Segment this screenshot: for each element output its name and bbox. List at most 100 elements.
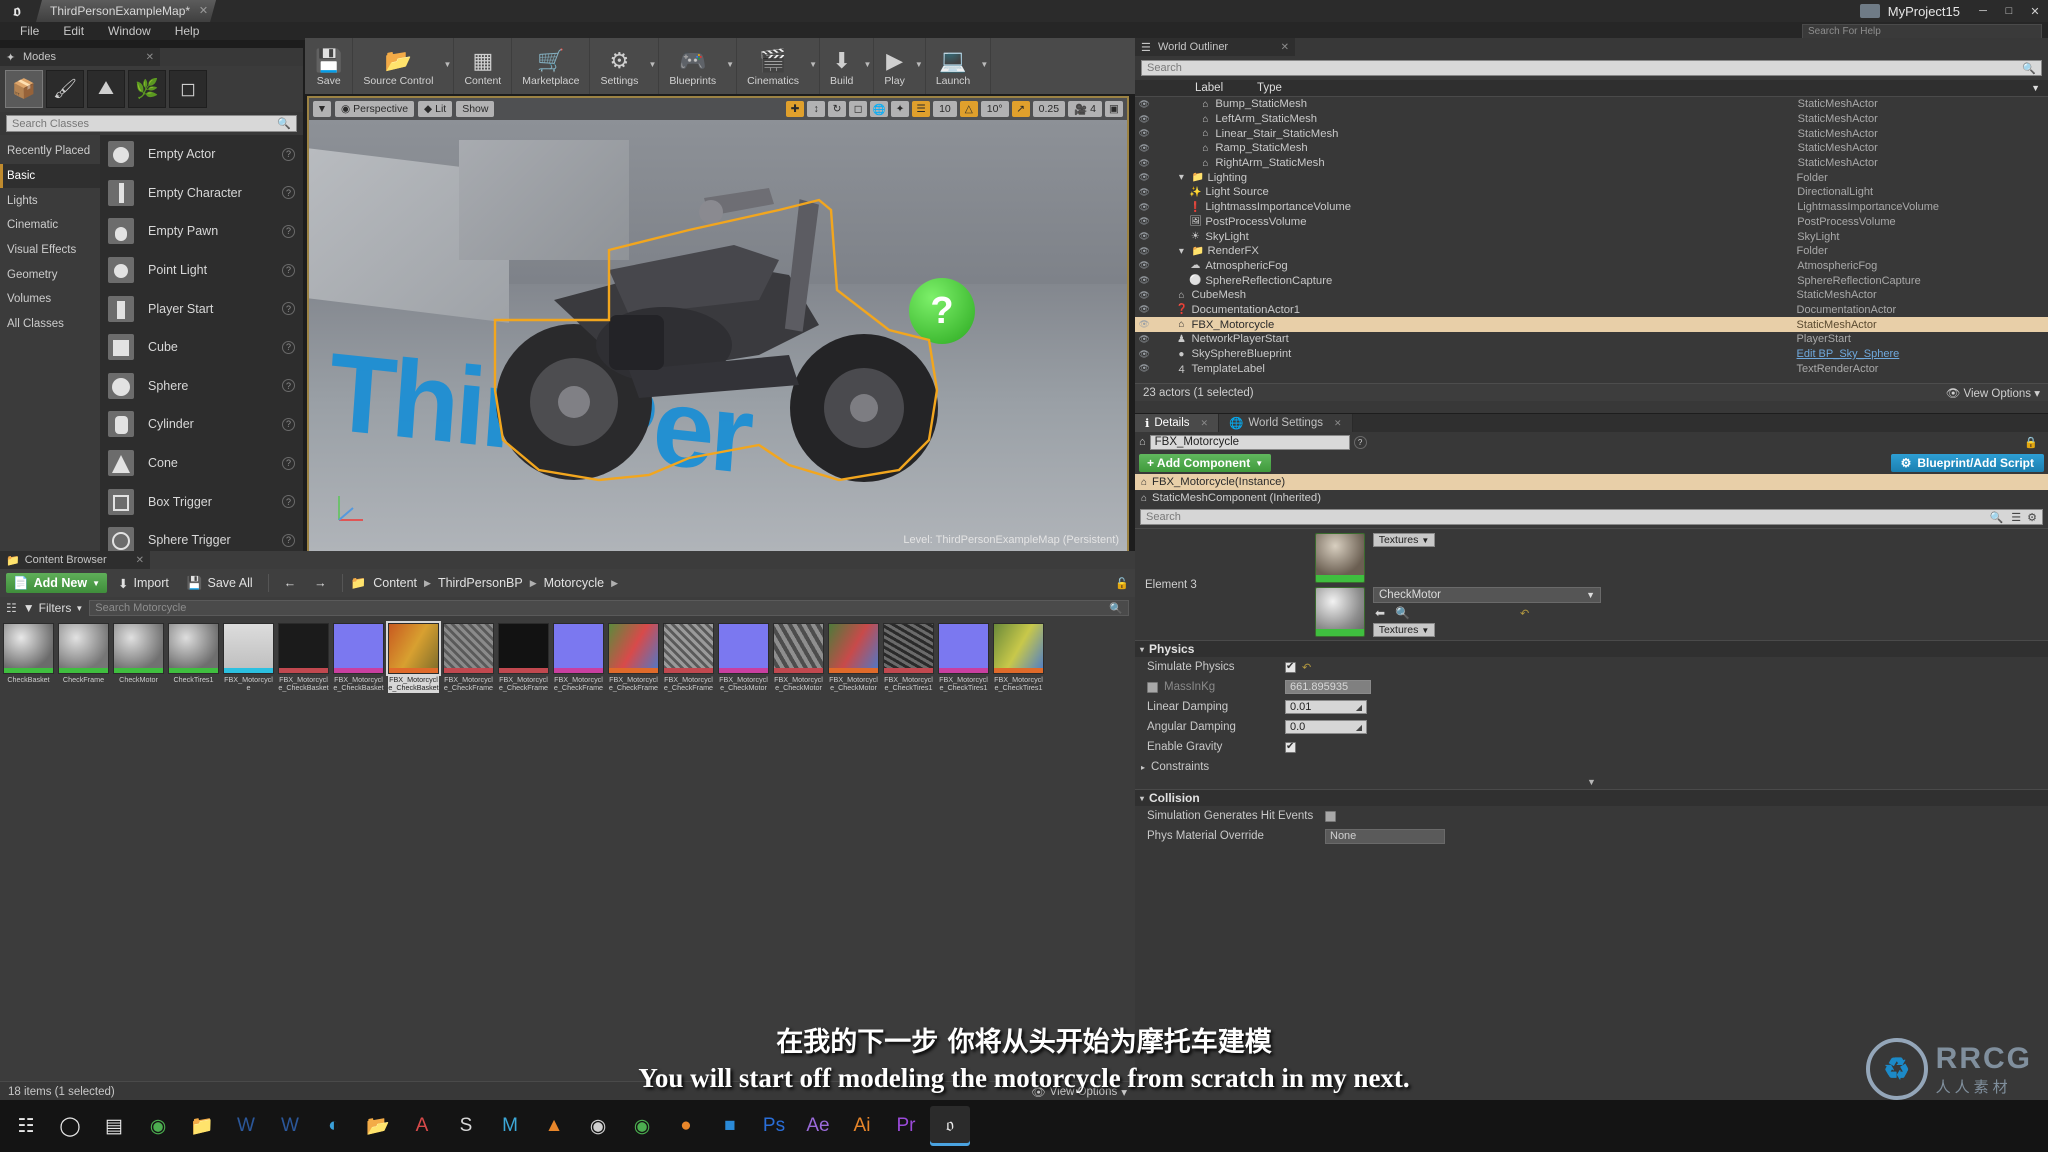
minimize-button[interactable]: ─ bbox=[1970, 1, 1996, 21]
aftereffects-icon[interactable]: Ae bbox=[798, 1106, 838, 1146]
asset-thumbnail[interactable] bbox=[58, 623, 109, 674]
chrome-icon[interactable]: ◉ bbox=[138, 1106, 178, 1146]
table-row[interactable]: 👁 ⌂ CubeMesh StaticMeshActor bbox=[1135, 288, 2048, 303]
list-item[interactable]: FBX_Motorcycle_CheckFrame bbox=[553, 623, 604, 729]
list-item[interactable]: Sphere? bbox=[100, 367, 303, 406]
visibility-icon[interactable]: 👁 bbox=[1135, 290, 1153, 301]
visibility-icon[interactable]: 👁 bbox=[1135, 202, 1153, 213]
substance-icon[interactable]: S bbox=[446, 1106, 486, 1146]
spinner-icon[interactable]: ◢ bbox=[1356, 703, 1362, 712]
list-item[interactable]: FBX_Motorcycle bbox=[223, 623, 274, 729]
list-item[interactable]: Cone? bbox=[100, 444, 303, 483]
place-mode-icon[interactable]: 📦 bbox=[5, 70, 43, 108]
help-search-input[interactable]: Search For Help bbox=[1802, 24, 2042, 39]
info-icon[interactable]: ? bbox=[1353, 435, 1367, 449]
expand-arrow-icon[interactable]: ▾ bbox=[1175, 172, 1187, 183]
table-row[interactable]: 👁 ☀ SkyLight SkyLight bbox=[1135, 229, 2048, 244]
modes-tab[interactable]: ✦ Modes ✕ bbox=[0, 48, 160, 66]
list-item[interactable]: Empty Pawn? bbox=[100, 212, 303, 251]
textures-dropdown[interactable]: Textures ▼ bbox=[1373, 533, 1435, 547]
view-options-button[interactable]: 👁 View Options ▾ bbox=[1031, 1085, 1127, 1099]
list-item[interactable]: CheckFrame bbox=[58, 623, 109, 729]
sources-panel-icon[interactable]: ☷ bbox=[6, 601, 17, 615]
table-row[interactable]: 👁 ❓ DocumentationActor1 DocumentationActor bbox=[1135, 303, 2048, 318]
rotate-mode-icon[interactable]: ↻ bbox=[828, 101, 847, 117]
component-row-instance[interactable]: ⌂ FBX_Motorcycle(Instance) bbox=[1135, 474, 2048, 490]
add-component-button[interactable]: + Add Component ▼ bbox=[1139, 454, 1272, 472]
world-outliner-tab[interactable]: ☰ World Outliner ✕ bbox=[1135, 38, 1295, 56]
info-icon[interactable]: ? bbox=[282, 495, 295, 509]
material-thumbnail[interactable] bbox=[1315, 533, 1365, 583]
spinner-icon[interactable]: ◢ bbox=[1356, 723, 1362, 732]
visibility-icon[interactable]: 👁 bbox=[1135, 349, 1153, 360]
list-item[interactable]: FBX_Motorcycle_CheckTires1 bbox=[938, 623, 989, 729]
list-item[interactable]: CheckMotor bbox=[113, 623, 164, 729]
visibility-icon[interactable]: 👁 bbox=[1135, 128, 1153, 139]
maximize-button[interactable]: □ bbox=[1996, 1, 2022, 21]
list-item[interactable]: Cylinder? bbox=[100, 405, 303, 444]
list-item[interactable]: CheckBasket bbox=[3, 623, 54, 729]
linear-damping-field[interactable]: 0.01 ◢ bbox=[1285, 700, 1367, 714]
edge-icon[interactable]: ◐ bbox=[314, 1106, 354, 1146]
visibility-icon[interactable]: 👁 bbox=[1135, 246, 1153, 257]
visibility-icon[interactable]: 👁 bbox=[1135, 187, 1153, 198]
visibility-icon[interactable]: 👁 bbox=[1135, 158, 1153, 169]
table-row[interactable]: 👁 ❗ LightmassImportanceVolume LightmassImpo… bbox=[1135, 200, 2048, 215]
viewport-scene[interactable]: ThirdPer ? bbox=[309, 120, 1127, 552]
import-button[interactable]: ⬇ Import bbox=[111, 573, 176, 593]
textures-dropdown[interactable]: Textures ▼ bbox=[1373, 623, 1435, 637]
taskview-icon[interactable]: ▤ bbox=[94, 1106, 134, 1146]
content-button[interactable]: ▦ Content bbox=[454, 38, 513, 94]
visibility-icon[interactable]: 👁 bbox=[1135, 334, 1153, 345]
feedback-icon[interactable] bbox=[1859, 4, 1880, 18]
marketplace-button[interactable]: 🛒 Marketplace bbox=[512, 38, 591, 94]
visibility-icon[interactable]: 👁 bbox=[1135, 114, 1153, 125]
breadcrumb-thirdpersonbp[interactable]: ThirdPersonBP bbox=[438, 576, 523, 590]
chrome2-icon[interactable]: ◉ bbox=[622, 1106, 662, 1146]
visibility-icon[interactable]: 👁 bbox=[1135, 143, 1153, 154]
chevron-down-icon[interactable]: ▼ bbox=[444, 60, 452, 69]
asset-thumbnail[interactable] bbox=[386, 621, 441, 676]
filters-button[interactable]: ▼ Filters ▼ bbox=[23, 601, 83, 615]
menu-edit[interactable]: Edit bbox=[51, 24, 96, 38]
list-item[interactable]: FBX_Motorcycle_CheckBasket bbox=[333, 623, 384, 729]
premiere-icon[interactable]: Pr bbox=[886, 1106, 926, 1146]
visibility-icon[interactable]: 👁 bbox=[1135, 216, 1153, 227]
close-icon[interactable]: ✕ bbox=[1334, 418, 1342, 429]
blender-icon[interactable]: ● bbox=[666, 1106, 706, 1146]
menu-help[interactable]: Help bbox=[163, 24, 212, 38]
landscape-mode-icon[interactable]: ⛰ bbox=[87, 70, 125, 108]
column-header-type[interactable]: Type bbox=[1257, 82, 1557, 94]
hit-events-checkbox[interactable] bbox=[1325, 810, 1336, 822]
list-item[interactable]: Box Trigger? bbox=[100, 482, 303, 521]
close-icon[interactable]: ✕ bbox=[146, 52, 154, 63]
launch-button[interactable]: 💻 Launch ▼ bbox=[926, 38, 992, 94]
chevron-down-icon[interactable]: ▼ bbox=[726, 60, 734, 69]
asset-search-input[interactable]: Search Motorcycle 🔍 bbox=[89, 600, 1129, 616]
grid-snap-toggle[interactable]: ☰ bbox=[912, 101, 931, 117]
category-recently-placed[interactable]: Recently Placed bbox=[0, 139, 100, 164]
photoshop-icon[interactable]: Ps bbox=[754, 1106, 794, 1146]
scale-mode-icon[interactable]: ◻ bbox=[849, 101, 868, 117]
table-row[interactable]: 👁 ⌂ Ramp_StaticMesh StaticMeshActor bbox=[1135, 141, 2048, 156]
table-row[interactable]: 👁 🖼 PostProcessVolume PostProcessVolume bbox=[1135, 215, 2048, 230]
close-icon[interactable]: ✕ bbox=[1281, 42, 1289, 53]
outliner-search-input[interactable]: Search 🔍 bbox=[1141, 60, 2042, 76]
table-row[interactable]: 👁 ♟ NetworkPlayerStart PlayerStart bbox=[1135, 332, 2048, 347]
lock-icon[interactable]: 🔒 bbox=[2024, 436, 2038, 449]
explorer-icon[interactable]: 📁 bbox=[182, 1106, 222, 1146]
expand-arrow-icon[interactable]: ▸ bbox=[1141, 763, 1145, 772]
show-button[interactable]: Show bbox=[456, 101, 495, 117]
material-thumbnail[interactable] bbox=[1315, 587, 1365, 637]
visibility-icon[interactable]: 👁 bbox=[1135, 319, 1153, 330]
phys-material-field[interactable]: None bbox=[1325, 828, 1445, 844]
chevron-down-icon[interactable]: ▼ bbox=[648, 60, 656, 69]
viewport-options-button[interactable]: ▼ bbox=[313, 101, 331, 117]
asset-thumbnail[interactable] bbox=[938, 623, 989, 674]
asset-thumbnail[interactable] bbox=[773, 623, 824, 674]
select-mode-icon[interactable]: ✚ bbox=[786, 101, 805, 117]
save-all-button[interactable]: 💾 Save All bbox=[180, 573, 260, 593]
category-all-classes[interactable]: All Classes bbox=[0, 312, 100, 337]
play-button[interactable]: ▶ Play ▼ bbox=[874, 38, 926, 94]
close-icon[interactable]: ✕ bbox=[199, 4, 208, 17]
